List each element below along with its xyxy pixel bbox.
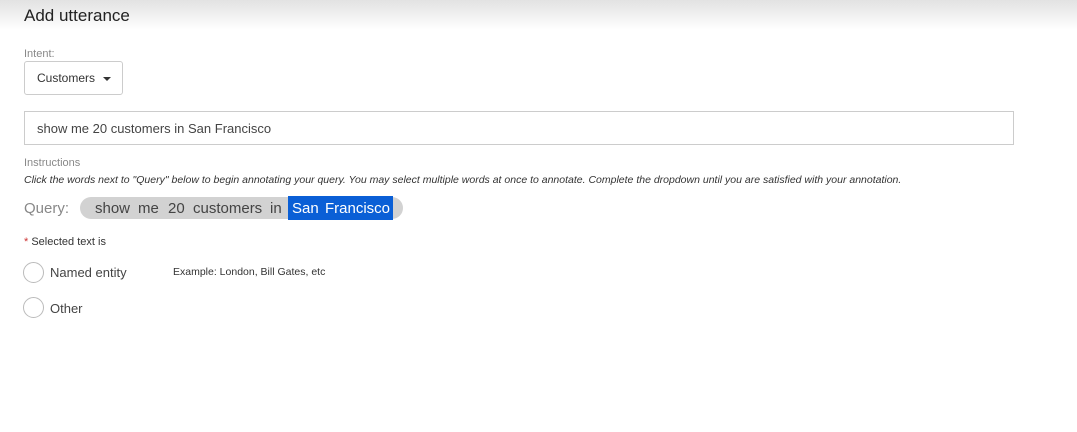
intent-selected: Customers — [37, 71, 96, 85]
named-entity-example: Example: London, Bill Gates, etc — [173, 266, 326, 278]
query-word[interactable]: in — [270, 200, 282, 217]
instructions-heading: Instructions — [24, 157, 81, 169]
required-mark: * — [24, 236, 29, 248]
page-title: Add utterance — [24, 6, 130, 25]
top-shadow — [0, 0, 1077, 30]
intent-label: Intent: — [24, 48, 55, 60]
query-word-selected[interactable]: Francisco — [325, 200, 390, 217]
query-word[interactable]: customers — [193, 200, 262, 217]
intent-dropdown[interactable]: Customers — [24, 61, 123, 95]
query-word[interactable]: show — [95, 200, 130, 217]
utterance-input[interactable] — [24, 111, 1014, 145]
query-label: Query: — [24, 200, 70, 217]
radio-label-other[interactable]: Other — [50, 301, 83, 316]
radio-named-entity[interactable] — [23, 262, 44, 283]
query-word-selected[interactable]: San — [292, 200, 319, 217]
radio-other[interactable] — [23, 297, 44, 318]
query-word[interactable]: me — [138, 200, 159, 217]
selected-text-label: * Selected text is — [24, 236, 106, 248]
radio-label-named-entity[interactable]: Named entity — [50, 265, 127, 280]
selected-text-label-text: Selected text is — [31, 236, 106, 248]
chevron-down-icon — [103, 77, 111, 81]
instructions-text: Click the words next to "Query" below to… — [24, 174, 902, 186]
query-word[interactable]: 20 — [168, 200, 185, 217]
